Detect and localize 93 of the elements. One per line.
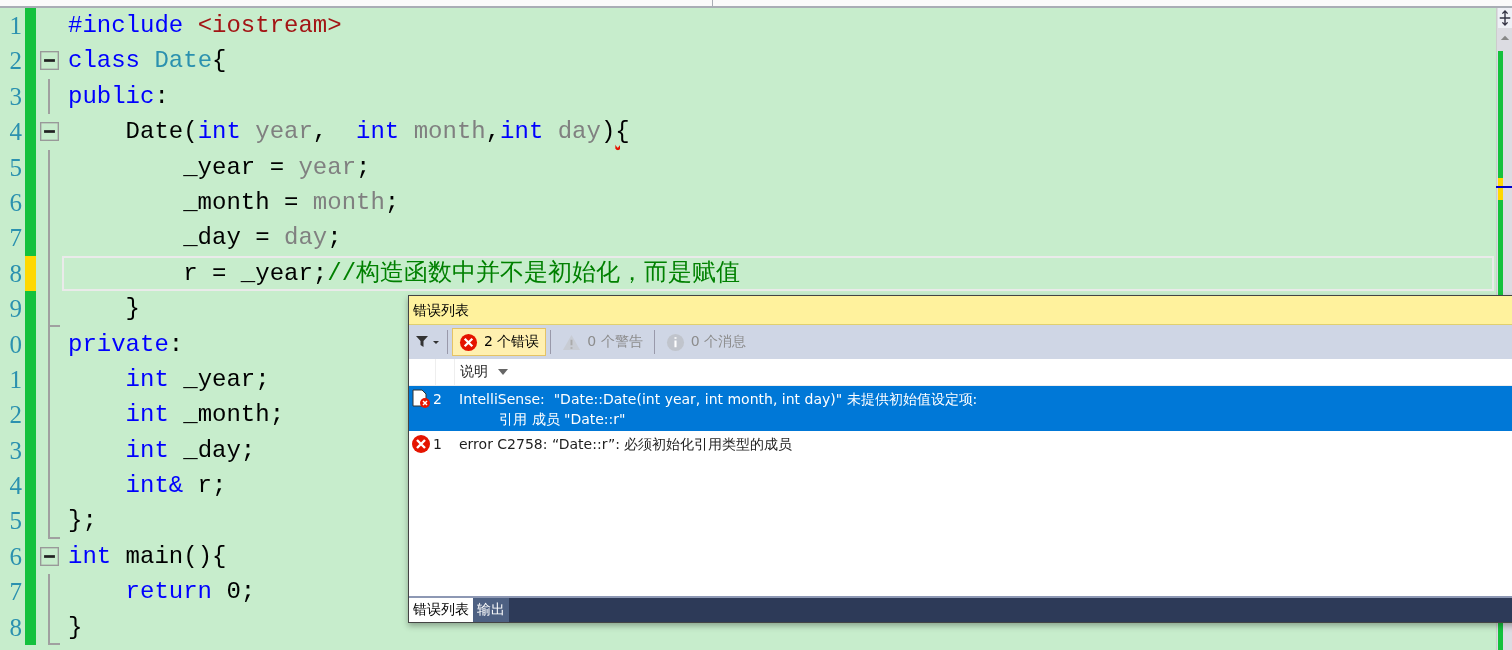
keyword: #include <box>68 12 185 39</box>
keyword: private <box>68 330 169 358</box>
code-text: } <box>124 295 140 323</box>
scroll-up-icon[interactable] <box>1499 34 1510 41</box>
parameter: year <box>298 153 357 181</box>
panel-tab[interactable]: 输出 <box>473 598 509 622</box>
collapse-icon[interactable] <box>39 546 59 566</box>
error-count: 1 <box>432 435 443 454</box>
code-text: 0; <box>225 578 256 606</box>
keyword: int <box>197 118 242 146</box>
code-text: , <box>485 118 501 146</box>
parameter: month <box>413 118 486 146</box>
line-number: 9 <box>8 294 22 325</box>
code-text: ; <box>384 188 400 216</box>
line-number: 1 <box>8 364 22 395</box>
error-message: 引用 成员 "Date::r" <box>498 410 627 429</box>
keyword: int <box>68 542 112 570</box>
line-number: 5 <box>8 506 22 537</box>
keyword: int <box>124 365 169 393</box>
code-text: _year = <box>182 153 286 181</box>
line-number: 7 <box>8 577 22 608</box>
keyword: return <box>124 578 213 606</box>
line-number: 2 <box>8 400 22 431</box>
code-text: main(){ <box>124 542 227 570</box>
collapse-icon[interactable] <box>39 122 59 142</box>
keyword: int <box>124 436 169 464</box>
fold-line <box>48 78 50 115</box>
keyword: int <box>356 118 401 146</box>
line-number: 1 <box>8 11 22 41</box>
parameter: day <box>557 118 601 146</box>
code-comment: //构造函数中并不是初始化，而是赋值 <box>327 259 741 287</box>
line-number: 4 <box>8 117 22 148</box>
string-literal: <iostream> <box>197 12 342 39</box>
line-number: 8 <box>8 258 22 289</box>
keyword: int <box>124 401 169 429</box>
code-text: _year; <box>182 365 270 393</box>
panel-tab[interactable]: 错误列表 <box>409 598 473 622</box>
code-text: : <box>168 330 184 358</box>
keyword: int& <box>124 472 184 500</box>
fold-end-line <box>48 609 60 646</box>
document-error-icon <box>411 389 431 409</box>
fold-line <box>48 574 50 610</box>
panel-title: 错误列表 <box>409 296 1512 325</box>
column-header[interactable]: 说明 <box>460 363 488 381</box>
fold-end-line <box>48 503 60 539</box>
info-icon <box>665 332 685 352</box>
code-text: }; <box>68 507 97 535</box>
code-text: : <box>154 82 169 110</box>
line-number: 4 <box>8 471 22 502</box>
line-number: 3 <box>8 435 22 466</box>
code-text: { <box>615 118 630 146</box>
line-number: 6 <box>8 187 22 218</box>
line-number: 2 <box>8 46 22 77</box>
code-text: _month = <box>182 188 300 216</box>
code-text: ; <box>356 153 371 181</box>
warning-icon <box>562 332 582 352</box>
code-text: , <box>312 118 329 146</box>
parameter: month <box>312 188 385 216</box>
code-text: { <box>212 47 227 75</box>
code-text: } <box>68 613 83 641</box>
type-name: Date <box>154 47 213 75</box>
line-number: 6 <box>8 541 22 572</box>
keyword: class <box>68 47 141 75</box>
error-row[interactable]: 2 IntelliSense: "Date::Date(int year, int month, int day)" 未提供初始值设定项: 引用 成员 "Date::r" <box>409 386 1512 431</box>
code-text: ; <box>327 224 342 252</box>
parameter: day <box>284 224 328 252</box>
code-text: _day; <box>182 436 256 464</box>
error-message: error C2758: “Date::r”: 必须初始化引用类型的成员 <box>459 435 793 454</box>
split-icon[interactable] <box>1497 8 1512 28</box>
line-number: 7 <box>8 223 22 254</box>
code-text: _month; <box>182 401 285 429</box>
collapse-icon[interactable] <box>39 51 59 71</box>
error-message: IntelliSense: "Date::Date(int year, int month, int day)" 未提供初始值设定项: <box>459 390 978 409</box>
error-count: 2 <box>432 390 443 409</box>
keyword: int <box>500 118 545 146</box>
filter-icon[interactable] <box>415 335 439 349</box>
code-text: Date( <box>124 118 198 146</box>
parameter: year <box>255 118 313 146</box>
filter-button[interactable]: 2 个错误 <box>452 328 547 356</box>
line-number: 3 <box>8 81 22 112</box>
code-text: _day = <box>182 224 271 252</box>
error-row[interactable]: 1 error C2758: “Date::r”: 必须初始化引用类型的成员 <box>409 431 1512 456</box>
code-text: r = _year; <box>182 259 328 287</box>
keyword: public <box>68 82 155 110</box>
line-number: 5 <box>8 152 22 183</box>
code-text: ) <box>600 118 616 146</box>
error-icon <box>411 434 431 454</box>
line-number: 0 <box>8 329 22 360</box>
sort-caret-icon[interactable] <box>498 369 508 375</box>
error-icon <box>459 332 478 352</box>
code-text: r; <box>196 472 227 500</box>
line-number: 8 <box>8 612 22 643</box>
fold-end-line <box>48 291 60 327</box>
